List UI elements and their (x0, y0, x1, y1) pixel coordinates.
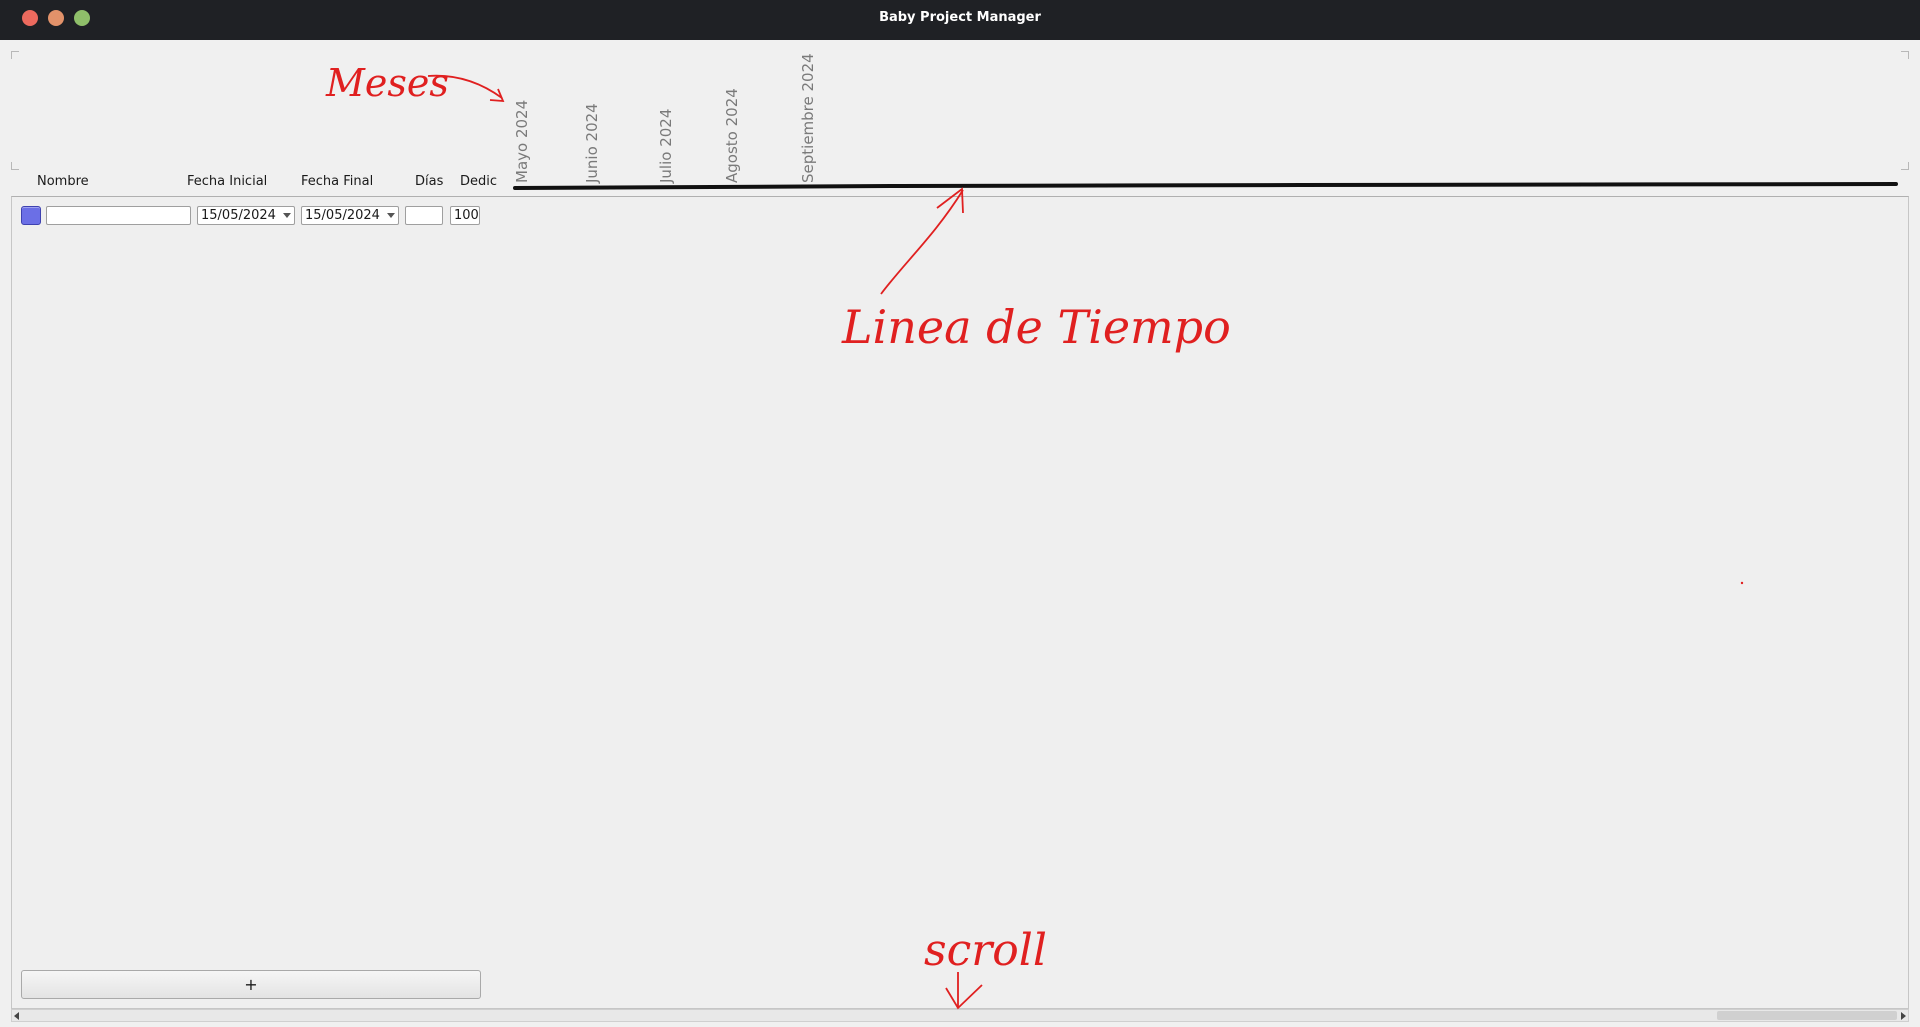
column-header-start-date: Fecha Inicial (187, 174, 268, 189)
frame-corner-mid-left (11, 162, 19, 170)
end-date-picker[interactable]: 15/05/2024 (301, 206, 399, 225)
chevron-down-icon (283, 213, 291, 218)
title-bar: Baby Project Manager (0, 0, 1920, 40)
horizontal-scrollbar[interactable] (11, 1009, 1909, 1022)
month-label-september: Septiembre 2024 (799, 53, 817, 183)
dedication-input[interactable]: 100 (450, 206, 480, 225)
end-date-value: 15/05/2024 (305, 208, 380, 223)
add-task-button[interactable]: + (21, 970, 481, 999)
timeline-line (513, 182, 1898, 190)
scroll-right-arrow-icon[interactable] (1901, 1012, 1906, 1020)
start-date-value: 15/05/2024 (201, 208, 276, 223)
months-annotation: Meses (325, 61, 449, 105)
window-title: Baby Project Manager (879, 10, 1041, 25)
task-rows-panel (11, 196, 1909, 1009)
column-header-dedication: Dedic (460, 174, 498, 189)
scrollbar-thumb[interactable] (1717, 1011, 1897, 1020)
task-color-button[interactable] (21, 206, 41, 225)
column-header-days: Días (415, 174, 444, 189)
frame-corner-top-right (1901, 51, 1909, 59)
months-arrow (427, 74, 503, 99)
frame-corner-mid-right (1901, 162, 1909, 170)
chevron-down-icon (387, 213, 395, 218)
month-label-july: Julio 2024 (657, 108, 675, 183)
month-label-august: Agosto 2024 (723, 88, 741, 183)
start-date-picker[interactable]: 15/05/2024 (197, 206, 295, 225)
task-name-input[interactable] (46, 206, 191, 225)
days-input[interactable] (405, 206, 443, 225)
month-label-may: Mayo 2024 (513, 99, 531, 183)
scroll-left-arrow-icon[interactable] (14, 1012, 19, 1020)
frame-corner-top-left (11, 51, 19, 59)
column-header-end-date: Fecha Final (301, 174, 374, 189)
month-label-june: Junio 2024 (583, 103, 601, 183)
months-arrowhead (489, 88, 505, 103)
column-header-name: Nombre (37, 174, 89, 189)
